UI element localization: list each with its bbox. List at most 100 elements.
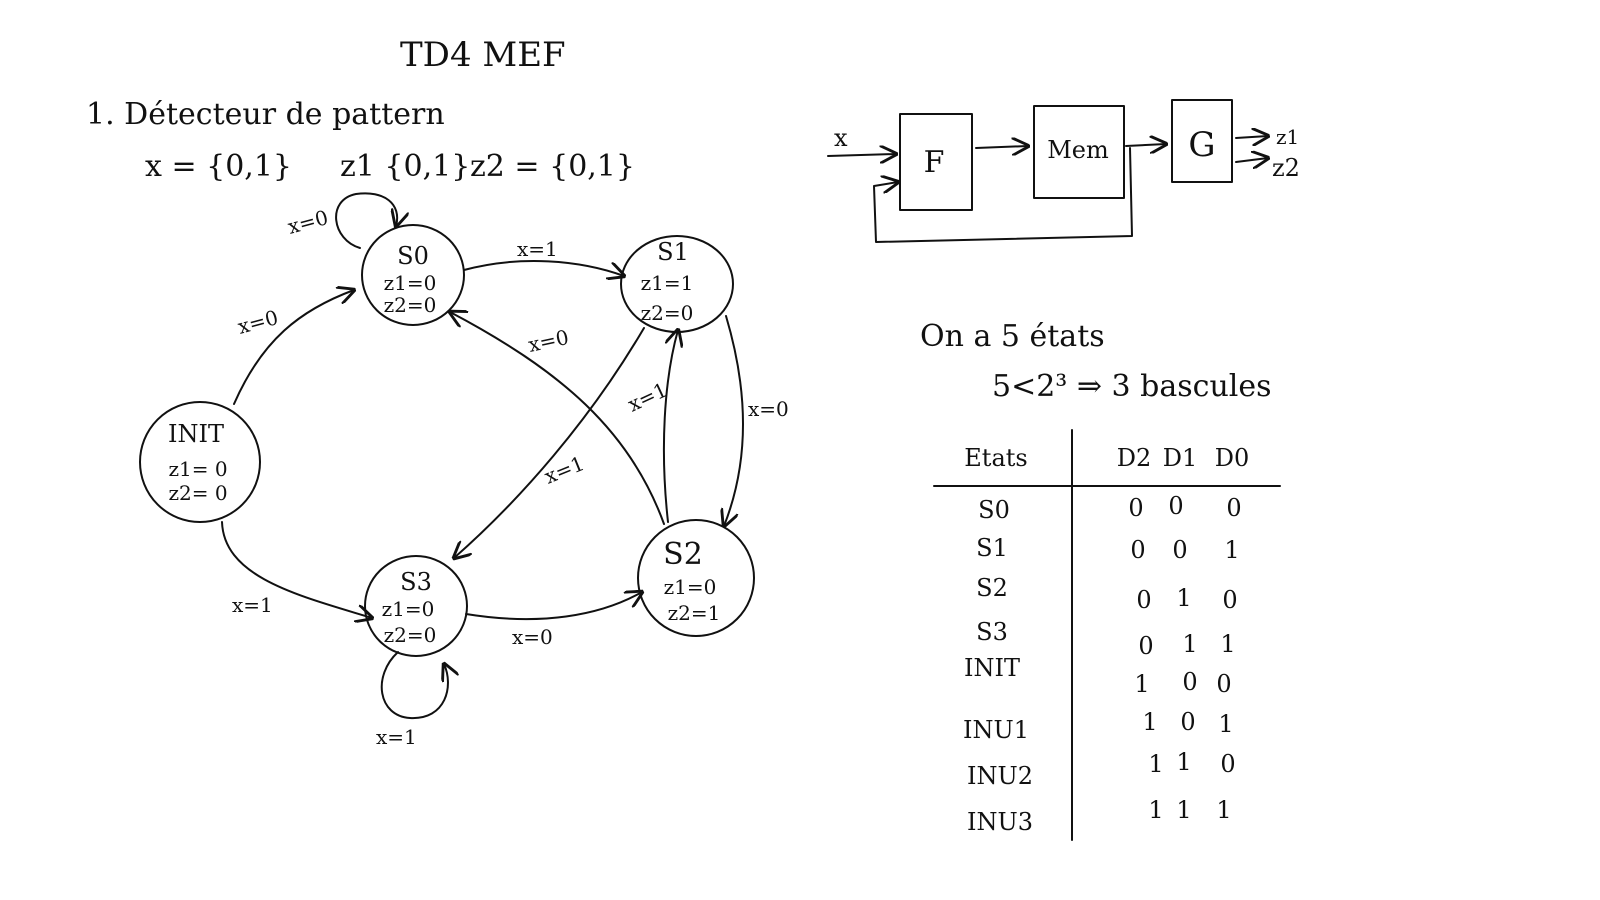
transition-s2-s1 xyxy=(662,330,678,523)
var-z1: z1 {0,1} xyxy=(340,149,470,184)
block-mem-label: Mem xyxy=(1047,136,1109,164)
table-cell-d1: 0 xyxy=(1180,708,1195,736)
state-init-z2: z2= 0 xyxy=(168,481,227,505)
state-s3-label: S3 xyxy=(400,568,432,596)
state-s1-label: S1 xyxy=(657,238,689,266)
state-s1: S1 z1=1 z2=0 xyxy=(620,235,734,333)
table-row-init: INIT 1 0 0 xyxy=(964,654,1232,698)
label-s1-s3: x=1 xyxy=(541,451,588,489)
state-s0: S0 z1=0 z2=0 xyxy=(361,224,465,326)
table-cell-state: S3 xyxy=(976,618,1008,646)
block-input-label: x xyxy=(834,124,848,152)
state-s2-label: S2 xyxy=(663,537,703,572)
page-title: TD4 MEF xyxy=(400,35,566,75)
table-cell-d0: 1 xyxy=(1216,796,1231,824)
state-s1-z1: z1=1 xyxy=(641,271,694,295)
encoding-table: Etats D2 D1 D0 S0 0 0 0 S1 0 0 1 S2 0 1 … xyxy=(933,429,1281,841)
state-s3: S3 z1=0 z2=0 xyxy=(364,555,468,657)
table-row-inu2: INU2 1 1 0 xyxy=(967,748,1236,790)
state-init-z1: z1= 0 xyxy=(168,457,227,481)
table-cell-d1: 0 xyxy=(1172,536,1187,564)
label-s1-s2: x=0 xyxy=(748,397,789,421)
transition-init-s0 xyxy=(233,290,354,405)
table-row-s1: S1 0 0 1 xyxy=(976,534,1240,564)
table-row-inu3: INU3 1 1 1 xyxy=(967,796,1232,836)
table-cell-d2: 1 xyxy=(1134,670,1149,698)
table-cell-d2: 0 xyxy=(1138,632,1153,660)
transition-s1-s2 xyxy=(724,315,744,526)
f-to-mem-arrow xyxy=(975,146,1028,148)
table-cell-d0: 1 xyxy=(1224,536,1239,564)
block-diagram: x F Mem G z1 z2 xyxy=(827,99,1300,243)
var-z2: z2 = {0,1} xyxy=(470,149,635,184)
table-cell-state: INIT xyxy=(964,654,1020,682)
label-s0-s0: x=0 xyxy=(285,205,331,239)
table-cell-d0: 1 xyxy=(1218,710,1233,738)
g-out1-arrow xyxy=(1235,136,1268,138)
mem-to-g-arrow xyxy=(1125,144,1166,146)
table-cell-d0: 1 xyxy=(1220,630,1235,658)
table-cell-d0: 0 xyxy=(1226,494,1241,522)
table-cell-d2: 1 xyxy=(1142,708,1157,736)
table-cell-d1: 1 xyxy=(1176,584,1191,612)
table-cell-d2: 0 xyxy=(1130,536,1145,564)
table-cell-state: S0 xyxy=(978,496,1010,524)
transition-s0-s0 xyxy=(335,192,397,249)
table-cell-d2: 1 xyxy=(1148,750,1163,778)
note-states-count: On a 5 états xyxy=(920,319,1105,354)
table-cell-d1: 0 xyxy=(1168,492,1183,520)
table-cell-state: S1 xyxy=(976,534,1008,562)
table-cell-d0: 0 xyxy=(1220,750,1235,778)
block-f-label: F xyxy=(924,145,945,180)
state-s2-z2: z2=1 xyxy=(668,601,721,625)
label-s3-s3: x=1 xyxy=(376,725,417,749)
table-cell-d1: 0 xyxy=(1182,668,1197,696)
table-cell-d2: 0 xyxy=(1128,494,1143,522)
g-out2-arrow xyxy=(1235,158,1268,162)
table-header-d2: D2 xyxy=(1117,444,1152,472)
table-row-s0: S0 0 0 0 xyxy=(978,492,1242,524)
state-s3-z2: z2=0 xyxy=(384,623,437,647)
block-out2-label: z2 xyxy=(1272,154,1300,182)
label-init-s3: x=1 xyxy=(232,593,273,617)
label-s3-s2: x=0 xyxy=(512,625,553,649)
transition-s3-s3 xyxy=(380,651,448,720)
table-cell-d0: 0 xyxy=(1222,586,1237,614)
table-cell-d2: 1 xyxy=(1148,796,1163,824)
table-row-inu1: INU1 1 0 1 xyxy=(963,708,1234,744)
table-cell-state: INU2 xyxy=(967,762,1033,790)
label-init-s0: x=0 xyxy=(235,305,281,339)
table-header-d0: D0 xyxy=(1215,444,1250,472)
table-header-d1: D1 xyxy=(1163,444,1198,472)
table-cell-state: INU1 xyxy=(963,716,1029,744)
table-cell-d1: 1 xyxy=(1176,748,1191,776)
state-init-label: INIT xyxy=(168,420,224,448)
state-init: INIT z1= 0 z2= 0 xyxy=(139,401,261,523)
state-s0-label: S0 xyxy=(397,242,429,270)
table-cell-d1: 1 xyxy=(1182,630,1197,658)
table-row-s2: S2 0 1 0 xyxy=(976,574,1238,614)
table-header-etats: Etats xyxy=(964,444,1027,472)
label-s2-s0: x=0 xyxy=(526,325,571,357)
state-s2: S2 z1=0 z2=1 xyxy=(637,519,755,637)
note-flipflops: 5<2³ ⇒ 3 bascules xyxy=(992,369,1272,404)
transition-s0-s1 xyxy=(463,260,624,276)
state-s0-z2: z2=0 xyxy=(384,293,437,317)
table-cell-state: S2 xyxy=(976,574,1008,602)
label-s0-s1: x=1 xyxy=(517,237,558,261)
whiteboard-canvas: TD4 MEF 1. Détecteur de pattern x = {0,1… xyxy=(86,35,1300,841)
var-x: x = {0,1} xyxy=(145,149,292,184)
table-cell-d2: 0 xyxy=(1136,586,1151,614)
section-heading: 1. Détecteur de pattern xyxy=(86,97,445,132)
block-g-label: G xyxy=(1188,125,1215,165)
state-s3-z1: z1=0 xyxy=(382,597,435,621)
transition-s3-s2 xyxy=(465,592,642,621)
block-out1-label: z1 xyxy=(1276,125,1299,149)
input-arrow xyxy=(827,154,896,156)
table-cell-d0: 0 xyxy=(1216,670,1231,698)
transition-s1-s3 xyxy=(454,327,645,558)
state-s0-z1: z1=0 xyxy=(384,271,437,295)
label-s2-s1: x=1 xyxy=(624,378,671,417)
state-s1-z2: z2=0 xyxy=(641,301,694,325)
table-cell-d1: 1 xyxy=(1176,796,1191,824)
